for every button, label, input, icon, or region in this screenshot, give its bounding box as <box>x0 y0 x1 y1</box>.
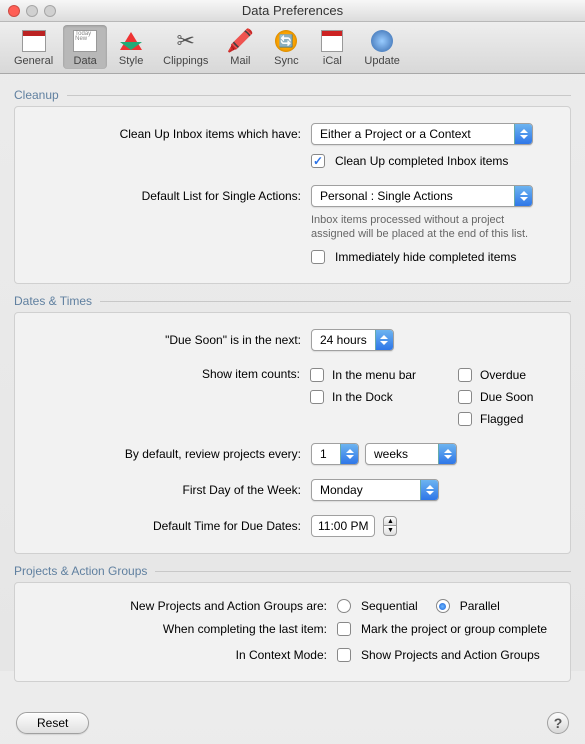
zoom-button[interactable] <box>44 5 56 17</box>
stepper-up-icon[interactable]: ▲ <box>383 516 397 526</box>
default-time-label: Default Time for Due Dates: <box>27 519 311 533</box>
group-title-cleanup: Cleanup <box>14 88 59 102</box>
stamp-icon: 🖍️ <box>226 29 254 53</box>
context-mode-label: In Context Mode: <box>27 648 337 662</box>
tab-mail[interactable]: 🖍️Mail <box>218 25 262 69</box>
due-soon-label: "Due Soon" is in the next: <box>27 333 311 347</box>
scissors-icon: ✂ <box>172 29 200 53</box>
popup-arrows-icon <box>375 330 393 350</box>
first-day-popup[interactable]: Monday <box>311 479 439 501</box>
default-list-popup[interactable]: Personal : Single Actions <box>311 185 533 207</box>
group-dates: Dates & Times "Due Soon" is in the next:… <box>14 294 571 554</box>
group-title-projects: Projects & Action Groups <box>14 564 147 578</box>
dock-checkbox[interactable] <box>310 390 324 404</box>
group-projects: Projects & Action Groups New Projects an… <box>14 564 571 682</box>
reset-button[interactable]: Reset <box>16 712 89 734</box>
tab-data[interactable]: TodayNewData <box>63 25 107 69</box>
project-type-label: New Projects and Action Groups are: <box>27 599 337 613</box>
window-title: Data Preferences <box>0 3 585 18</box>
stepper-down-icon[interactable]: ▼ <box>383 526 397 536</box>
titlebar: Data Preferences <box>0 0 585 22</box>
sequential-label: Sequential <box>361 599 418 613</box>
due-soon-count-checkbox[interactable] <box>458 390 472 404</box>
cleanup-inbox-label: Clean Up Inbox items which have: <box>27 127 311 141</box>
cleanup-completed-checkbox[interactable] <box>311 154 325 168</box>
review-every-label: By default, review projects every: <box>27 447 311 461</box>
toolbar: General TodayNewData Style ✂Clippings 🖍️… <box>0 22 585 74</box>
group-title-dates: Dates & Times <box>14 294 92 308</box>
flagged-checkbox[interactable] <box>458 412 472 426</box>
sequential-radio[interactable] <box>337 599 351 613</box>
mark-complete-checkbox[interactable] <box>337 622 351 636</box>
default-list-label: Default List for Single Actions: <box>27 189 311 203</box>
mark-complete-label: Mark the project or group complete <box>361 622 547 636</box>
default-list-hint: Inbox items processed without a project … <box>311 213 541 241</box>
completing-last-label: When completing the last item: <box>27 622 337 636</box>
cleanup-completed-label: Clean Up completed Inbox items <box>335 154 508 168</box>
globe-icon <box>371 30 393 52</box>
style-icon <box>120 32 142 50</box>
show-projects-checkbox[interactable] <box>337 648 351 662</box>
footer: Reset ? <box>0 702 585 744</box>
data-icon: TodayNew <box>73 30 97 52</box>
cleanup-condition-popup[interactable]: Either a Project or a Context <box>311 123 533 145</box>
menu-bar-checkbox[interactable] <box>310 368 324 382</box>
due-soon-popup[interactable]: 24 hours <box>311 329 394 351</box>
sync-icon <box>275 30 297 52</box>
app-icon <box>22 30 46 52</box>
popup-arrows-icon <box>514 186 532 206</box>
show-counts-label: Show item counts: <box>27 365 310 381</box>
tab-sync[interactable]: Sync <box>264 25 308 69</box>
review-unit-popup[interactable]: weeks <box>365 443 457 465</box>
overdue-checkbox[interactable] <box>458 368 472 382</box>
default-time-field[interactable]: 11:00 PM <box>311 515 375 537</box>
immediately-hide-checkbox[interactable] <box>311 250 325 264</box>
tab-style[interactable]: Style <box>109 25 153 69</box>
close-button[interactable] <box>8 5 20 17</box>
tab-update[interactable]: Update <box>356 25 407 69</box>
first-day-label: First Day of the Week: <box>27 483 311 497</box>
tab-clippings[interactable]: ✂Clippings <box>155 25 216 69</box>
immediately-hide-label: Immediately hide completed items <box>335 250 516 264</box>
help-button[interactable]: ? <box>547 712 569 734</box>
calendar-icon <box>321 30 343 52</box>
tab-general[interactable]: General <box>6 25 61 69</box>
minimize-button[interactable] <box>26 5 38 17</box>
review-number-popup[interactable]: 1 <box>311 443 359 465</box>
parallel-radio[interactable] <box>436 599 450 613</box>
default-time-stepper[interactable]: ▲ ▼ <box>383 516 397 536</box>
show-projects-label: Show Projects and Action Groups <box>361 648 540 662</box>
popup-arrows-icon <box>514 124 532 144</box>
tab-ical[interactable]: iCal <box>310 25 354 69</box>
popup-arrows-icon <box>420 480 438 500</box>
parallel-label: Parallel <box>460 599 500 613</box>
popup-arrows-icon <box>340 444 358 464</box>
group-cleanup: Cleanup Clean Up Inbox items which have:… <box>14 88 571 284</box>
popup-arrows-icon <box>438 444 456 464</box>
